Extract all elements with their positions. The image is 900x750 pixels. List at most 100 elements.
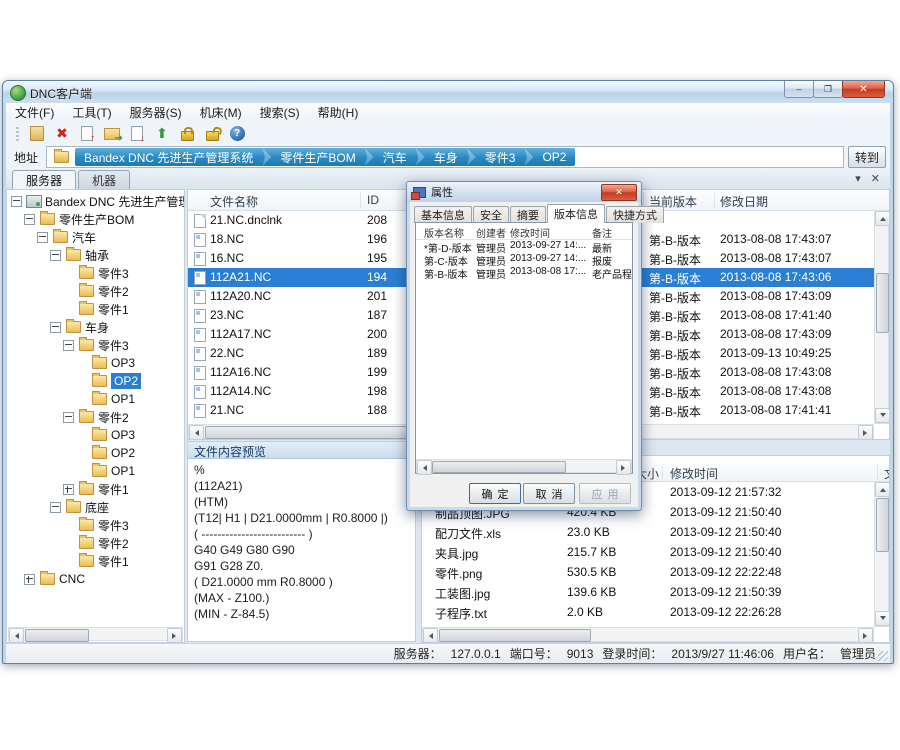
tree-item[interactable]: 零件3 [7,336,184,354]
scroll-right-button[interactable] [167,628,182,643]
tab-basic-info[interactable]: 基本信息 [414,206,472,223]
go-button[interactable]: 转到 [848,146,886,168]
tree-item[interactable]: 底座 [7,498,184,516]
menu-tools[interactable]: 工具(T) [63,103,120,122]
scroll-up-button[interactable] [875,482,890,497]
breadcrumb-bom[interactable]: 零件生产BOM [271,148,364,166]
tree-item-selected[interactable]: OP2 [7,372,184,390]
dialog-horizontal-scrollbar[interactable] [416,459,632,473]
scrollbar-thumb[interactable] [876,498,889,552]
column-header-note[interactable]: 备注 [592,225,612,240]
tree-item[interactable]: CNC [7,570,184,588]
table-row[interactable]: 第-B-版本管理员2013-08-08 17:...老产品程序 [416,266,632,279]
list-item[interactable]: 工装图.jpg139.6 KB2013-09-12 21:50:39 [422,582,874,602]
column-header-date[interactable]: 修改日期 [720,193,768,210]
close-button[interactable]: ✕ [842,81,885,98]
column-header-creator[interactable]: 创建者 [476,225,506,240]
collapse-icon[interactable] [11,196,22,207]
scroll-up-button[interactable] [875,211,890,226]
new-document-icon[interactable] [28,125,46,143]
tab-summary[interactable]: 摘要 [510,206,546,223]
address-field[interactable]: Bandex DNC 先进生产管理系统 零件生产BOM 汽车 车身 零件3 OP… [46,146,844,168]
scroll-left-button[interactable] [417,460,432,475]
tree-item-root[interactable]: Bandex DNC 先进生产管理系统 [7,192,184,210]
upload-icon[interactable]: ⬆ [153,125,171,143]
scroll-left-button[interactable] [9,628,24,643]
breadcrumb-root[interactable]: Bandex DNC 先进生产管理系统 [75,148,262,166]
title-bar[interactable]: DNC客户端 – ❐ ✕ [3,81,893,103]
table-row[interactable]: *第-D-版本管理员2013-09-27 14:...最新 [416,240,632,253]
scroll-down-button[interactable] [875,408,890,423]
collapse-icon[interactable] [37,232,48,243]
column-header-id[interactable]: ID [367,193,379,207]
dialog-close-button[interactable]: ✕ [601,184,637,201]
scroll-right-button[interactable] [616,460,631,475]
attachments-horizontal-scrollbar[interactable] [422,627,874,642]
scrollbar-thumb[interactable] [876,273,889,333]
tree-horizontal-scrollbar[interactable] [8,627,183,641]
tree-item[interactable]: 零件生产BOM [7,210,184,228]
delete-icon[interactable]: ✖ [53,125,71,143]
breadcrumb-body[interactable]: 车身 [425,148,467,166]
menu-help[interactable]: 帮助(H) [309,103,368,122]
tree-item[interactable]: 轴承 [7,246,184,264]
scroll-left-button[interactable] [189,425,204,440]
check-in-icon[interactable]: ↑ [78,125,96,143]
list-item[interactable]: 子程序.txt2.0 KB2013-09-12 22:26:28 [422,602,874,622]
collapse-icon[interactable] [50,322,61,333]
collapse-icon[interactable] [63,340,74,351]
menu-file[interactable]: 文件(F) [6,103,63,122]
tree-item[interactable]: 零件3 [7,264,184,282]
tree-item[interactable]: 零件1 [7,480,184,498]
minimize-button[interactable]: – [784,81,814,98]
tree-item[interactable]: OP2 [7,444,184,462]
menu-search[interactable]: 搜索(S) [251,103,309,122]
scrollbar-thumb[interactable] [25,629,89,642]
apply-button[interactable]: 应用 [579,483,631,504]
scrollbar-thumb[interactable] [439,629,591,642]
tree-item[interactable]: OP3 [7,354,184,372]
list-item[interactable]: 零件.png530.5 KB2013-09-12 22:22:48 [422,562,874,582]
resize-grip[interactable] [878,651,888,661]
collapse-icon[interactable] [50,250,61,261]
tree-item[interactable]: OP1 [7,462,184,480]
column-header-version-name[interactable]: 版本名称 [424,225,464,240]
tree-item[interactable]: 车身 [7,318,184,336]
collapse-icon[interactable] [50,502,61,513]
column-header-file[interactable]: 文件(& [884,465,890,482]
scroll-left-button[interactable] [423,628,438,643]
scrollbar-thumb[interactable] [432,461,566,473]
breadcrumb-op2[interactable]: OP2 [533,148,575,166]
expand-icon[interactable] [24,574,35,585]
tree-item[interactable]: 零件2 [7,534,184,552]
list-item[interactable]: 配刀文件.xls23.0 KB2013-09-12 21:50:40 [422,522,874,542]
unlock-icon[interactable] [203,125,221,143]
scroll-right-button[interactable] [858,425,873,440]
tree-item[interactable]: 汽车 [7,228,184,246]
cancel-button[interactable]: 取消 [523,483,575,504]
tree-item[interactable]: OP3 [7,426,184,444]
close-view-icon[interactable]: ✕ [871,172,880,185]
dialog-title-bar[interactable]: 属性 ✕ [407,182,641,202]
maximize-button[interactable]: ❐ [813,81,843,98]
tree-item[interactable]: 零件1 [7,552,184,570]
tree-item[interactable]: 零件2 [7,282,184,300]
tab-server[interactable]: 服务器 [12,170,76,189]
lock-icon[interactable] [178,125,196,143]
breadcrumb-auto[interactable]: 汽车 [374,148,416,166]
tree-item[interactable]: 零件1 [7,300,184,318]
expand-icon[interactable] [63,484,74,495]
help-icon[interactable]: ? [228,125,246,143]
column-header-modified[interactable]: 修改时间 [510,225,550,240]
tab-machine[interactable]: 机器 [78,170,130,189]
tree-item[interactable]: OP1 [7,390,184,408]
column-header-modified[interactable]: 修改时间 [670,465,718,482]
tab-version-info[interactable]: 版本信息 [547,204,605,223]
scroll-down-button[interactable] [875,611,890,626]
ok-button[interactable]: 确定 [469,483,521,504]
send-to-folder-icon[interactable]: ➔ [103,125,121,143]
tab-security[interactable]: 安全 [473,206,509,223]
chevron-down-icon[interactable]: ▾ [855,172,861,185]
collapse-icon[interactable] [24,214,35,225]
check-out-icon[interactable]: ↓ [128,125,146,143]
